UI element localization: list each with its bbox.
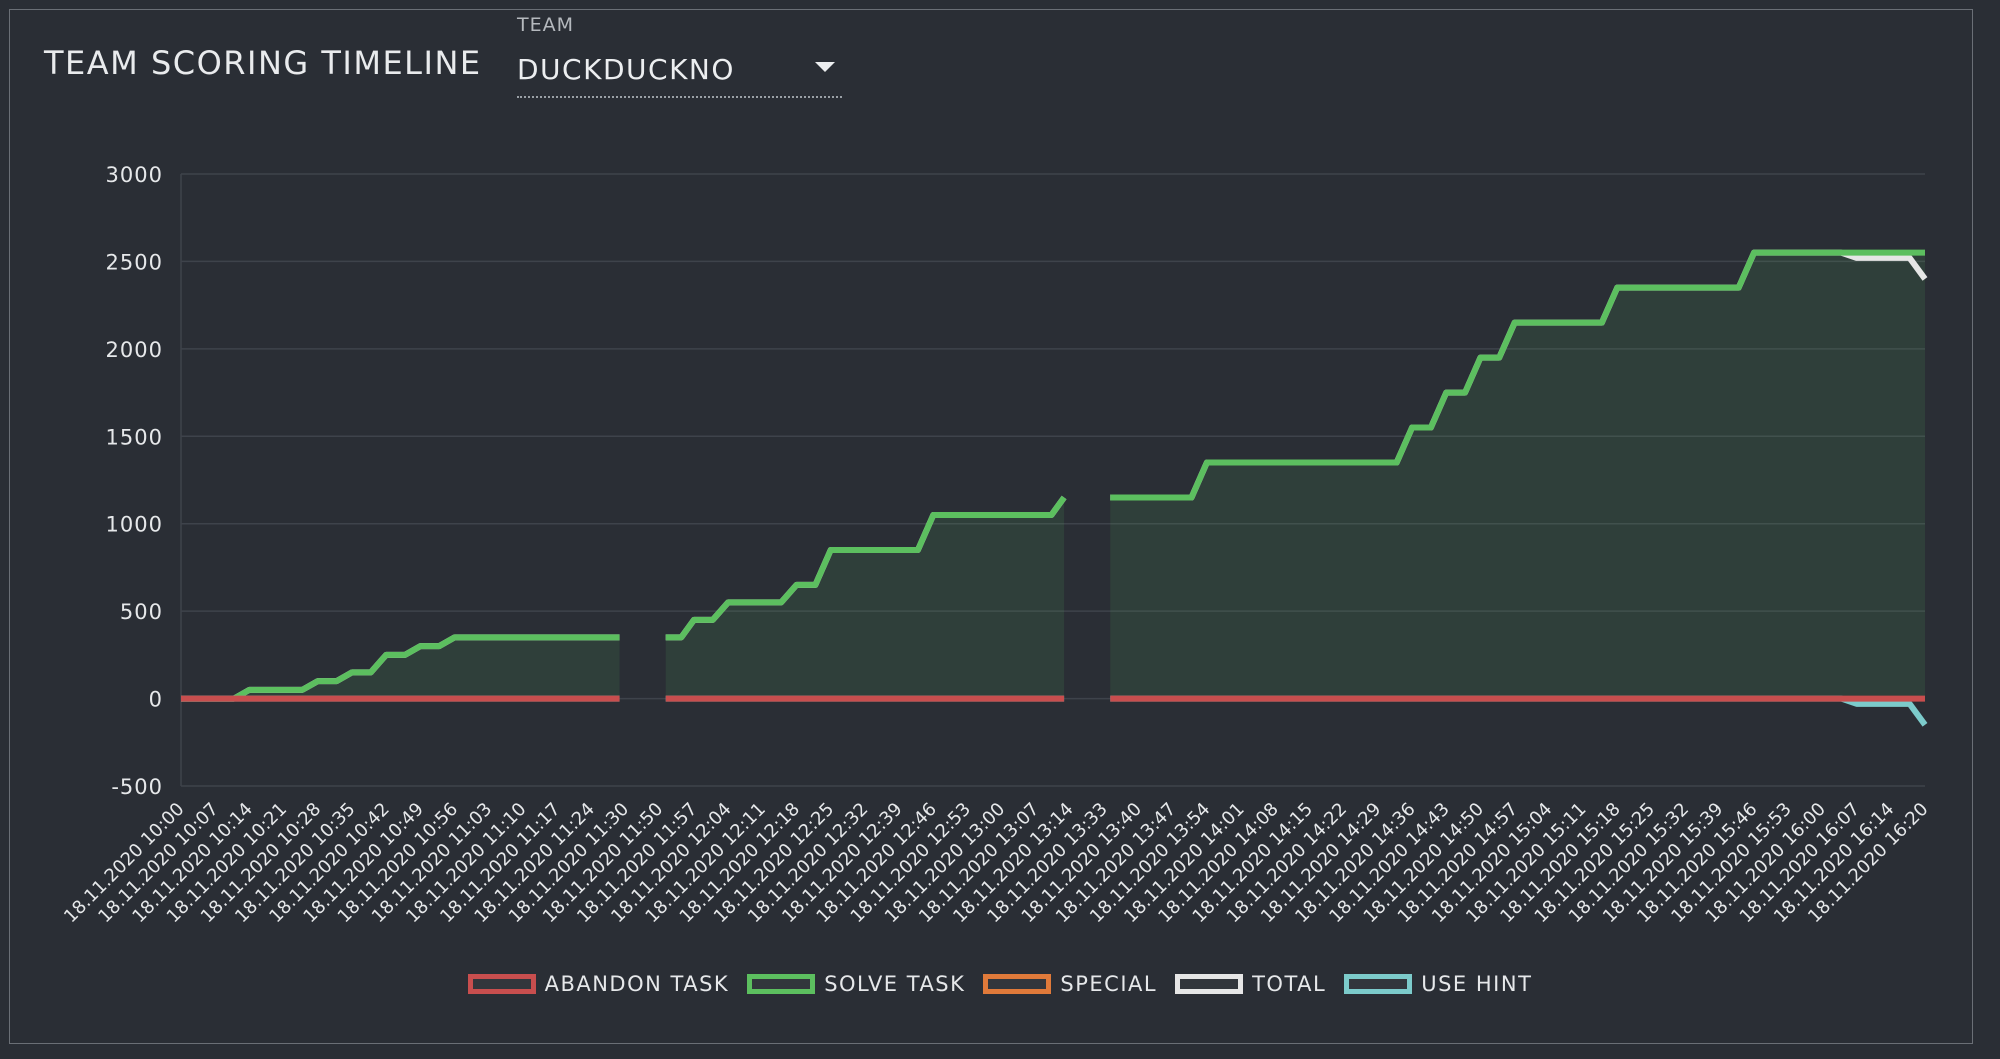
y-tick-label: 500 [120, 600, 163, 624]
legend-label-solve-task: SOLVE TASK [824, 972, 966, 996]
y-tick-label: 2000 [106, 338, 163, 362]
series-line-use-hint [1110, 695, 1928, 727]
series-areas [181, 252, 1925, 699]
y-tick-label: 0 [149, 688, 163, 712]
legend-swatch-special [983, 974, 1052, 994]
scoring-timeline-chart: 3000 2500 2000 1500 1000 500 0 -500 18.11.2020 … [60, 163, 1932, 927]
legend-item-special[interactable]: SPECIAL [983, 972, 1157, 996]
legend-item-solve-task[interactable]: SOLVE TASK [747, 972, 965, 996]
solve-task-area [665, 497, 1065, 699]
chart-legend: ABANDON TASK SOLVE TASK SPECIAL TOTAL US… [0, 972, 2000, 996]
x-axis-ticks: 18.11.2020 10:0018.11.2020 10:0718.11.20… [60, 799, 1932, 927]
y-tick-label: 1000 [106, 513, 163, 537]
y-axis-ticks: 3000 2500 2000 1500 1000 500 0 -500 [106, 163, 163, 799]
legend-swatch-abandon-task [467, 974, 536, 994]
y-tick-label: -500 [111, 775, 163, 799]
y-tick-label: 3000 [106, 163, 163, 187]
solve-task-area [1110, 252, 1925, 699]
legend-label-special: SPECIAL [1060, 972, 1158, 996]
legend-item-use-hint[interactable]: USE HINT [1344, 972, 1532, 996]
legend-swatch-total [1175, 974, 1244, 994]
legend-label-total: TOTAL [1252, 972, 1327, 996]
legend-label-use-hint: USE HINT [1421, 972, 1533, 996]
legend-item-total[interactable]: TOTAL [1175, 972, 1326, 996]
legend-swatch-use-hint [1344, 974, 1413, 994]
y-tick-label: 2500 [106, 250, 163, 274]
y-tick-label: 1500 [106, 425, 163, 449]
legend-item-abandon-task[interactable]: ABANDON TASK [467, 972, 730, 996]
legend-swatch-solve-task [747, 974, 816, 994]
legend-label-abandon-task: ABANDON TASK [544, 972, 730, 996]
